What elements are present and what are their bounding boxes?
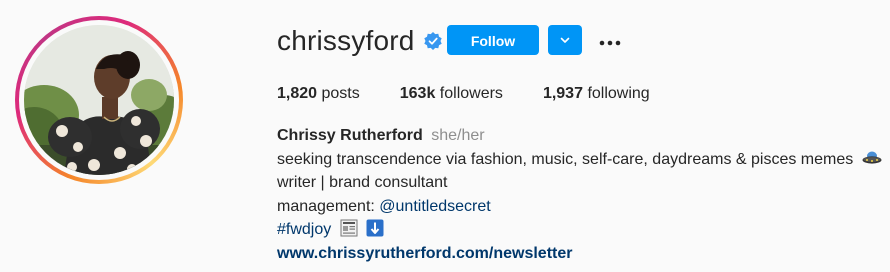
hashtag-link[interactable]: #fwdjoy (277, 221, 331, 238)
followers-stat[interactable]: 163k followers (400, 84, 503, 104)
website-link[interactable]: www.chrissyrutherford.com/newsletter (277, 245, 572, 262)
down-arrow-emoji-icon (366, 219, 384, 245)
following-count: 1,937 (542, 85, 583, 102)
more-options-button[interactable] (597, 25, 623, 55)
chevron-down-icon (559, 31, 571, 50)
profile-title-row: chrissyford Follow (277, 22, 621, 60)
follow-button[interactable]: Follow (447, 25, 539, 55)
ufo-emoji-icon (862, 149, 882, 175)
bio-line-5: www.chrissyrutherford.com/newsletter (277, 242, 882, 266)
more-options-icon (599, 31, 621, 50)
bio-line-3: management: @untitledsecret (277, 195, 882, 219)
followers-label: followers (439, 85, 503, 102)
bio-name-line: Chrissy Rutherford she/her (277, 124, 882, 148)
posts-label: posts (321, 85, 360, 102)
suggested-accounts-button[interactable] (548, 25, 582, 55)
profile-header: chrissyford Follow 1,820 posts 163k foll… (0, 0, 890, 272)
verified-badge-icon (423, 31, 443, 51)
bio-line-2: writer | brand consultant (277, 171, 882, 195)
following-stat[interactable]: 1,937 following (543, 84, 650, 104)
bio-text-2: writer | brand consultant (277, 174, 448, 191)
username: chrissyford (277, 25, 415, 56)
avatar-photo (24, 25, 174, 175)
management-label: management: (277, 197, 380, 215)
following-label: following (587, 85, 650, 102)
story-ring[interactable] (15, 16, 183, 184)
avatar-border (19, 20, 179, 180)
bio: Chrissy Rutherford she/her seeking trans… (277, 124, 882, 265)
bio-text-1: seeking transcendence via fashion, music… (277, 150, 854, 168)
bio-line-4: #fwdjoy (277, 218, 882, 242)
pronouns: she/her (431, 127, 485, 144)
management-mention-link[interactable]: @untitledsecret (379, 198, 490, 215)
bio-line-1: seeking transcendence via fashion, music… (277, 148, 882, 172)
profile-stats: 1,820 posts 163k followers 1,937 followi… (277, 84, 690, 104)
avatar[interactable] (24, 25, 174, 175)
full-name: Chrissy Rutherford (277, 127, 423, 144)
posts-stat: 1,820 posts (277, 84, 360, 104)
followers-count: 163k (399, 85, 436, 102)
posts-count: 1,820 (277, 85, 318, 102)
newspaper-emoji-icon (340, 219, 358, 245)
